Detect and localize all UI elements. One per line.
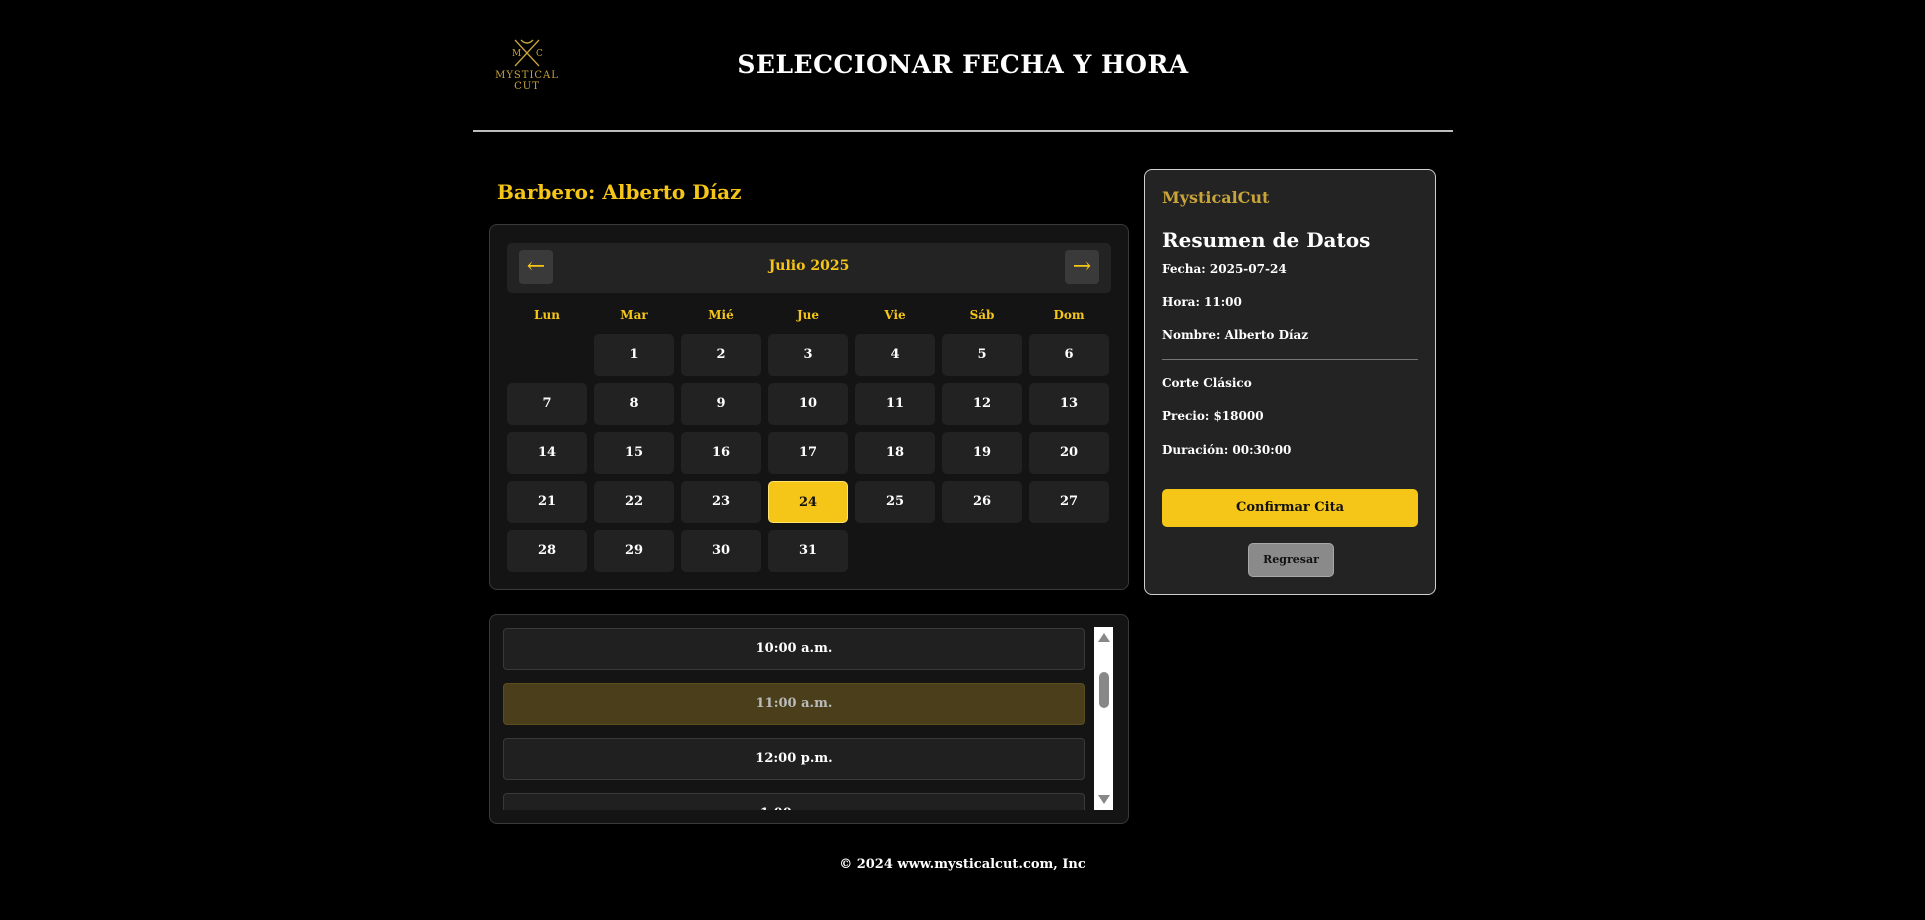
scroll-down-arrow-icon[interactable] [1098, 795, 1110, 804]
time-slot-panel: 10:00 a.m. 11:00 a.m. 12:00 p.m. 1:00 p.m. [489, 614, 1129, 824]
month-label: Julio 2025 [768, 258, 850, 274]
weekday-label: Jue [796, 308, 820, 322]
logo-text-line2: CUT [514, 81, 540, 92]
day-cell-15[interactable]: 15 [594, 432, 674, 474]
confirm-appointment-button[interactable]: Confirmar Cita [1162, 489, 1418, 527]
day-cell-29[interactable]: 29 [594, 530, 674, 572]
page-title: SELECCIONAR FECHA Y HORA [737, 50, 1189, 79]
back-button[interactable]: Regresar [1248, 543, 1334, 577]
day-cell-2[interactable]: 2 [681, 334, 761, 376]
time-slot[interactable]: 1:00 p.m. [503, 793, 1085, 810]
time-list-scrollbar[interactable] [1094, 627, 1113, 810]
booking-summary: MysticalCut Resumen de Datos Fecha: 2025… [1144, 169, 1436, 595]
summary-price: Precio: $18000 [1162, 409, 1264, 423]
day-cell-7[interactable]: 7 [507, 383, 587, 425]
day-cell-1[interactable]: 1 [594, 334, 674, 376]
day-cell-21[interactable]: 21 [507, 481, 587, 523]
day-cell-23[interactable]: 23 [681, 481, 761, 523]
next-month-button[interactable]: → [1065, 250, 1099, 284]
footer-copyright: © 2024 www.mysticalcut.com, Inc [839, 857, 1086, 872]
day-cell-28[interactable]: 28 [507, 530, 587, 572]
day-cell-5[interactable]: 5 [942, 334, 1022, 376]
day-cell-12[interactable]: 12 [942, 383, 1022, 425]
day-cell-19[interactable]: 19 [942, 432, 1022, 474]
day-cell-20[interactable]: 20 [1029, 432, 1109, 474]
summary-divider [1162, 359, 1418, 360]
time-slot[interactable]: 11:00 a.m. [503, 683, 1085, 725]
calendar: ← Julio 2025 → Lun Mar Mié Jue Vie Sáb Dom 123… [489, 224, 1129, 590]
day-cell-10[interactable]: 10 [768, 383, 848, 425]
time-slot[interactable]: 10:00 a.m. [503, 628, 1085, 670]
day-cell-empty [507, 334, 587, 376]
day-cell-18[interactable]: 18 [855, 432, 935, 474]
day-grid: 1 2 3 4 5 6 7 8 9 10 11 12 13 14 15 16 17 18 19 20 21 22 23 24 2… [507, 334, 1111, 572]
day-cell-6[interactable]: 6 [1029, 334, 1109, 376]
day-cell-24[interactable]: 24 [768, 481, 848, 523]
weekday-label: Mié [708, 308, 734, 322]
day-cell-13[interactable]: 13 [1029, 383, 1109, 425]
day-cell-26[interactable]: 26 [942, 481, 1022, 523]
weekday-label: Lun [534, 308, 560, 322]
day-cell-9[interactable]: 9 [681, 383, 761, 425]
day-cell-14[interactable]: 14 [507, 432, 587, 474]
weekday-label: Mar [620, 308, 648, 322]
day-cell-3[interactable]: 3 [768, 334, 848, 376]
day-cell-22[interactable]: 22 [594, 481, 674, 523]
summary-brand: MysticalCut [1162, 188, 1270, 207]
weekday-label: Sáb [969, 308, 995, 322]
day-cell-30[interactable]: 30 [681, 530, 761, 572]
day-cell-31[interactable]: 31 [768, 530, 848, 572]
summary-title: Resumen de Datos [1162, 228, 1371, 252]
summary-duration: Duración: 00:30:00 [1162, 443, 1292, 457]
calendar-header: ← Julio 2025 → [507, 243, 1111, 293]
summary-service: Corte Clásico [1162, 376, 1252, 390]
time-slot-list[interactable]: 10:00 a.m. 11:00 a.m. 12:00 p.m. 1:00 p.m. [503, 628, 1085, 810]
weekday-row: Lun Mar Mié Jue Vie Sáb Dom [507, 305, 1111, 325]
scroll-thumb[interactable] [1099, 672, 1109, 708]
day-cell-27[interactable]: 27 [1029, 481, 1109, 523]
day-cell-11[interactable]: 11 [855, 383, 935, 425]
weekday-label: Dom [1053, 308, 1085, 322]
day-cell-4[interactable]: 4 [855, 334, 935, 376]
summary-name: Nombre: Alberto Díaz [1162, 328, 1309, 342]
day-cell-17[interactable]: 17 [768, 432, 848, 474]
barber-name: Barbero: Alberto Díaz [497, 180, 742, 204]
day-cell-16[interactable]: 16 [681, 432, 761, 474]
day-cell-25[interactable]: 25 [855, 481, 935, 523]
summary-time: Hora: 11:00 [1162, 295, 1242, 309]
page-header: M C MYSTICAL CUT SELECCIONAR FECHA Y HOR… [473, 0, 1453, 132]
time-slot[interactable]: 12:00 p.m. [503, 738, 1085, 780]
summary-date: Fecha: 2025-07-24 [1162, 262, 1287, 276]
day-cell-8[interactable]: 8 [594, 383, 674, 425]
weekday-label: Vie [884, 308, 906, 322]
scroll-up-arrow-icon[interactable] [1098, 633, 1110, 642]
